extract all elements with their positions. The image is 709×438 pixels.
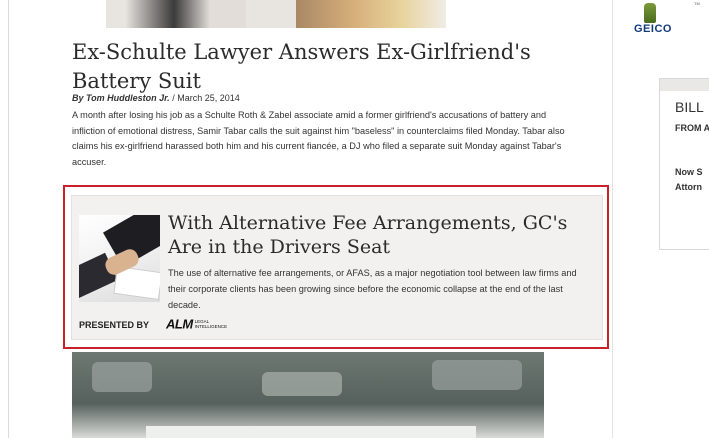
sidebar-box-subtitle: FROM A	[675, 123, 709, 133]
page-left-border	[8, 0, 9, 438]
sidebar-box-line1: Now S	[675, 167, 703, 177]
previous-article-image[interactable]	[106, 0, 446, 28]
sidebar-box-header-bar	[660, 79, 709, 91]
geico-ad[interactable]: GEICO TM	[634, 1, 700, 39]
article-byline: By Tom Huddleston Jr. / March 25, 2014	[72, 93, 240, 103]
gecko-icon	[644, 3, 656, 23]
highlight-box	[63, 185, 609, 349]
sidebar-box-title: BILL	[675, 99, 704, 115]
geico-logo-text: GEICO	[634, 23, 672, 35]
sidebar-box-text: Now S Attorn	[675, 165, 703, 195]
article-headline[interactable]: Ex-Schulte Lawyer Answers Ex-Girlfriend'…	[72, 38, 592, 96]
article-date: / March 25, 2014	[172, 93, 240, 103]
sidebar-promo-box[interactable]: BILL FROM A Now S Attorn	[659, 78, 709, 250]
column-divider	[612, 0, 613, 438]
article-author[interactable]: By Tom Huddleston Jr.	[72, 93, 170, 103]
next-article-image[interactable]	[72, 352, 544, 438]
article-summary: A month after losing his job as a Schult…	[72, 110, 565, 167]
sidebar-box-line2: Attorn	[675, 182, 702, 192]
geico-trademark: TM	[694, 1, 700, 6]
